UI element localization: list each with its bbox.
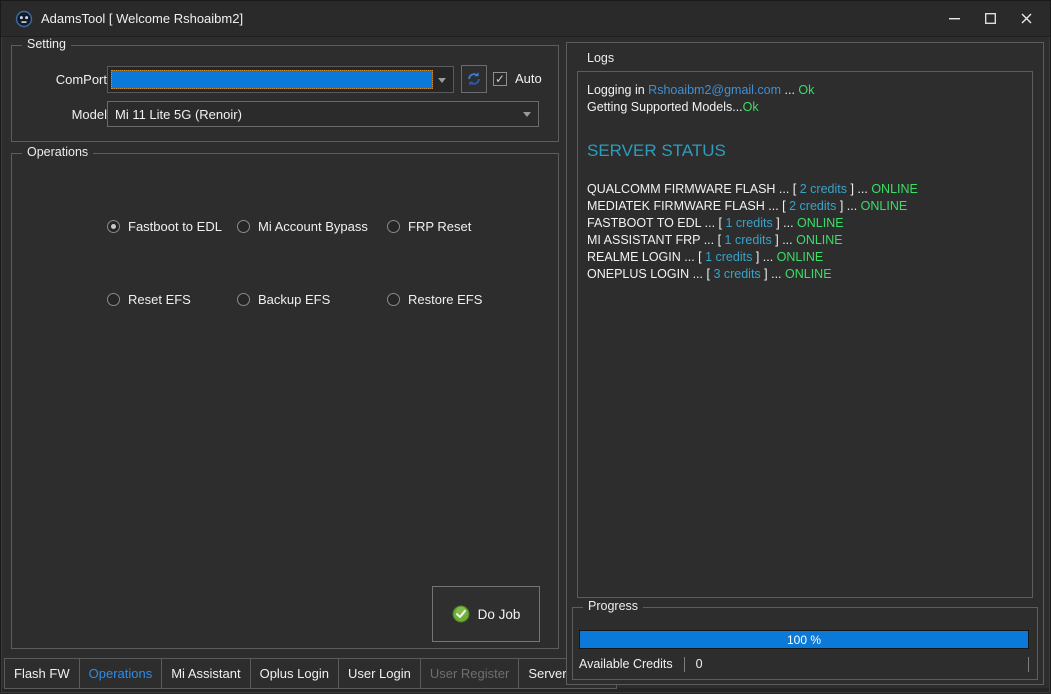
radio-circle-icon [107, 293, 120, 306]
right-panel: Logs Logging in Rshoaibm2@gmail.com ... … [566, 42, 1044, 685]
progress-group: Progress 100 % Available Credits 0 [572, 607, 1038, 680]
log-line-models: Getting Supported Models...Ok [587, 99, 1023, 116]
status-divider [684, 657, 685, 672]
log-line-login: Logging in Rshoaibm2@gmail.com ... Ok [587, 82, 1023, 99]
progress-bar: 100 % [579, 630, 1029, 649]
tab-mi-assistant[interactable]: Mi Assistant [161, 658, 250, 689]
app-logo-icon [15, 10, 33, 28]
status-divider [1028, 657, 1029, 672]
radio-mi-account-bypass[interactable]: Mi Account Bypass [237, 218, 368, 234]
app-window: AdamsTool [ Welcome Rshoaibm2] Setting C… [0, 0, 1051, 694]
tab-user-login[interactable]: User Login [338, 658, 421, 689]
setting-group-label: Setting [22, 37, 71, 51]
service-status-line: FASTBOOT TO EDL ... [ 1 credits ] ... ON… [587, 215, 1023, 232]
radio-circle-icon [387, 293, 400, 306]
progress-percent-label: 100 % [580, 631, 1028, 648]
service-status-line: REALME LOGIN ... [ 1 credits ] ... ONLIN… [587, 249, 1023, 266]
do-job-label: Do Job [478, 607, 521, 622]
comport-label: ComPort [17, 72, 107, 87]
tab-operations[interactable]: Operations [79, 658, 163, 689]
service-status-line: MEDIATEK FIRMWARE FLASH ... [ 2 credits … [587, 198, 1023, 215]
log-email: Rshoaibm2@gmail.com [648, 83, 781, 97]
comport-combobox[interactable] [107, 66, 454, 93]
radio-label: Mi Account Bypass [258, 219, 368, 234]
model-selected-value: Mi 11 Lite 5G (Renoir) [115, 102, 242, 126]
window-title: AdamsTool [ Welcome Rshoaibm2] [41, 11, 243, 26]
operations-group-label: Operations [22, 145, 93, 159]
logs-group-label: Logs [582, 51, 619, 65]
available-credits-label: Available Credits [579, 657, 673, 671]
comport-selected-value [111, 70, 433, 89]
radio-reset-efs[interactable]: Reset EFS [107, 291, 191, 307]
maximize-button[interactable] [972, 1, 1008, 37]
radio-frp-reset[interactable]: FRP Reset [387, 218, 471, 234]
radio-label: Fastboot to EDL [128, 219, 222, 234]
radio-circle-icon [237, 293, 250, 306]
service-status-line: MI ASSISTANT FRP ... [ 1 credits ] ... O… [587, 232, 1023, 249]
log-ok-status: Ok [798, 83, 814, 97]
do-job-button[interactable]: Do Job [432, 586, 540, 642]
available-credits-value: 0 [696, 657, 703, 671]
refresh-ports-button[interactable] [461, 65, 487, 93]
radio-label: Restore EFS [408, 292, 482, 307]
radio-restore-efs[interactable]: Restore EFS [387, 291, 482, 307]
titlebar: AdamsTool [ Welcome Rshoaibm2] [1, 1, 1050, 37]
close-button[interactable] [1008, 1, 1044, 37]
auto-checkbox[interactable]: ✓ [493, 72, 507, 86]
radio-label: FRP Reset [408, 219, 471, 234]
progress-group-label: Progress [583, 599, 643, 613]
log-output[interactable]: Logging in Rshoaibm2@gmail.com ... Ok Ge… [577, 71, 1033, 598]
auto-checkbox-label: Auto [515, 71, 542, 86]
setting-group: Setting ComPort ✓ Auto Model Mi 11 Lite … [11, 45, 559, 142]
chevron-down-icon [438, 78, 446, 83]
operations-group: Operations Fastboot to EDL Mi Account By… [11, 153, 559, 649]
refresh-icon [466, 71, 482, 87]
logs-group: Logs Logging in Rshoaibm2@gmail.com ... … [572, 58, 1038, 602]
minimize-icon [949, 13, 960, 24]
model-combobox[interactable]: Mi 11 Lite 5G (Renoir) [107, 101, 539, 127]
tab-flash-fw[interactable]: Flash FW [4, 658, 80, 689]
radio-circle-icon [237, 220, 250, 233]
service-status-line: ONEPLUS LOGIN ... [ 3 credits ] ... ONLI… [587, 266, 1023, 283]
radio-label: Reset EFS [128, 292, 191, 307]
model-label: Model [17, 107, 107, 122]
close-icon [1021, 13, 1032, 24]
bottom-tabbar: Flash FWOperationsMi AssistantOplus Logi… [4, 658, 617, 689]
tab-user-register: User Register [420, 658, 519, 689]
tab-oplus-login[interactable]: Oplus Login [250, 658, 339, 689]
service-lines: QUALCOMM FIRMWARE FLASH ... [ 2 credits … [587, 181, 1023, 283]
check-circle-icon [452, 605, 470, 623]
radio-circle-icon [387, 220, 400, 233]
status-strip: Available Credits 0 [579, 654, 1029, 674]
log-ok-status: Ok [743, 100, 759, 114]
service-status-line: QUALCOMM FIRMWARE FLASH ... [ 2 credits … [587, 181, 1023, 198]
radio-label: Backup EFS [258, 292, 330, 307]
radio-circle-icon [107, 220, 120, 233]
chevron-down-icon [523, 112, 531, 117]
radio-backup-efs[interactable]: Backup EFS [237, 291, 330, 307]
minimize-button[interactable] [936, 1, 972, 37]
radio-fastboot-to-edl[interactable]: Fastboot to EDL [107, 218, 222, 234]
maximize-icon [985, 13, 996, 24]
server-status-heading: SERVER STATUS [587, 141, 1023, 161]
